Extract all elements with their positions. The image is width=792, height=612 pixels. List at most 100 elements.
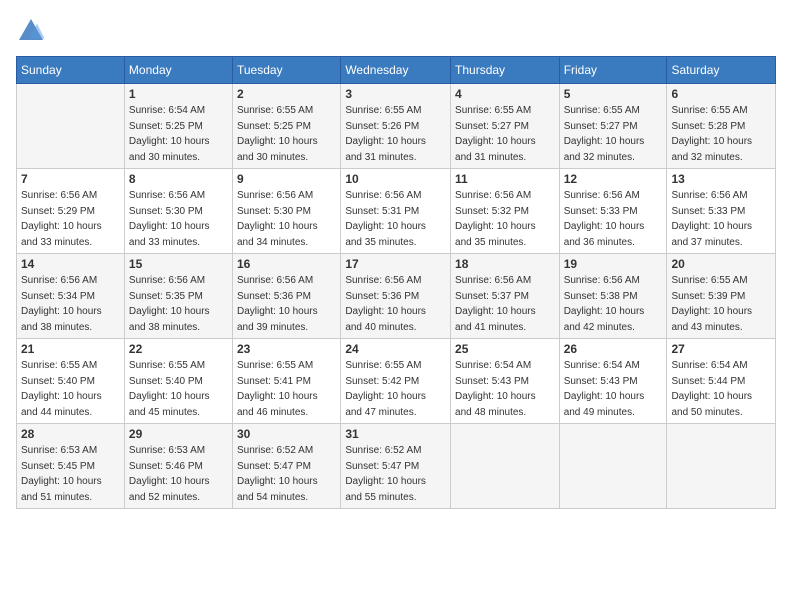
daylight-hours: Daylight: 10 hours <box>129 391 210 402</box>
day-detail: Sunrise: 6:56 AM Sunset: 5:37 PM Dayligh… <box>455 273 555 335</box>
day-number: 8 <box>129 172 228 186</box>
day-number: 9 <box>237 172 336 186</box>
weekday-header: Saturday <box>667 57 776 84</box>
calendar-cell: 14 Sunrise: 6:56 AM Sunset: 5:34 PM Dayl… <box>17 254 125 339</box>
calendar-week-row: 28 Sunrise: 6:53 AM Sunset: 5:45 PM Dayl… <box>17 424 776 509</box>
daylight-hours: Daylight: 10 hours <box>129 221 210 232</box>
daylight-hours: Daylight: 10 hours <box>21 391 102 402</box>
day-detail: Sunrise: 6:56 AM Sunset: 5:38 PM Dayligh… <box>564 273 663 335</box>
calendar-table: SundayMondayTuesdayWednesdayThursdayFrid… <box>16 56 776 509</box>
sunset-text: Sunset: 5:44 PM <box>671 376 745 387</box>
daylight-minutes: and 45 minutes. <box>129 407 200 418</box>
sunrise-text: Sunrise: 6:56 AM <box>129 190 205 201</box>
calendar-cell: 1 Sunrise: 6:54 AM Sunset: 5:25 PM Dayli… <box>124 84 232 169</box>
day-detail: Sunrise: 6:55 AM Sunset: 5:40 PM Dayligh… <box>21 358 120 420</box>
sunrise-text: Sunrise: 6:56 AM <box>21 190 97 201</box>
sunrise-text: Sunrise: 6:55 AM <box>345 105 421 116</box>
calendar-cell: 20 Sunrise: 6:55 AM Sunset: 5:39 PM Dayl… <box>667 254 776 339</box>
day-number: 1 <box>129 87 228 101</box>
sunrise-text: Sunrise: 6:55 AM <box>21 360 97 371</box>
calendar-week-row: 1 Sunrise: 6:54 AM Sunset: 5:25 PM Dayli… <box>17 84 776 169</box>
calendar-cell: 26 Sunrise: 6:54 AM Sunset: 5:43 PM Dayl… <box>559 339 667 424</box>
day-number: 6 <box>671 87 771 101</box>
daylight-hours: Daylight: 10 hours <box>345 136 426 147</box>
day-number: 12 <box>564 172 663 186</box>
day-detail: Sunrise: 6:55 AM Sunset: 5:39 PM Dayligh… <box>671 273 771 335</box>
daylight-minutes: and 30 minutes. <box>129 152 200 163</box>
day-detail: Sunrise: 6:54 AM Sunset: 5:43 PM Dayligh… <box>564 358 663 420</box>
daylight-minutes: and 32 minutes. <box>564 152 635 163</box>
day-detail: Sunrise: 6:54 AM Sunset: 5:43 PM Dayligh… <box>455 358 555 420</box>
daylight-minutes: and 34 minutes. <box>237 237 308 248</box>
day-number: 26 <box>564 342 663 356</box>
day-detail: Sunrise: 6:52 AM Sunset: 5:47 PM Dayligh… <box>237 443 336 505</box>
day-number: 28 <box>21 427 120 441</box>
weekday-row: SundayMondayTuesdayWednesdayThursdayFrid… <box>17 57 776 84</box>
day-number: 15 <box>129 257 228 271</box>
sunset-text: Sunset: 5:36 PM <box>345 291 419 302</box>
day-detail: Sunrise: 6:56 AM Sunset: 5:32 PM Dayligh… <box>455 188 555 250</box>
day-detail: Sunrise: 6:56 AM Sunset: 5:30 PM Dayligh… <box>237 188 336 250</box>
day-number: 14 <box>21 257 120 271</box>
calendar-cell: 8 Sunrise: 6:56 AM Sunset: 5:30 PM Dayli… <box>124 169 232 254</box>
day-number: 19 <box>564 257 663 271</box>
daylight-minutes: and 40 minutes. <box>345 322 416 333</box>
day-number: 3 <box>345 87 446 101</box>
daylight-minutes: and 31 minutes. <box>455 152 526 163</box>
sunset-text: Sunset: 5:39 PM <box>671 291 745 302</box>
day-number: 21 <box>21 342 120 356</box>
sunrise-text: Sunrise: 6:55 AM <box>129 360 205 371</box>
daylight-hours: Daylight: 10 hours <box>345 221 426 232</box>
sunset-text: Sunset: 5:34 PM <box>21 291 95 302</box>
sunrise-text: Sunrise: 6:52 AM <box>237 445 313 456</box>
sunset-text: Sunset: 5:33 PM <box>671 206 745 217</box>
day-number: 30 <box>237 427 336 441</box>
daylight-hours: Daylight: 10 hours <box>455 306 536 317</box>
day-detail: Sunrise: 6:56 AM Sunset: 5:33 PM Dayligh… <box>564 188 663 250</box>
weekday-header: Sunday <box>17 57 125 84</box>
daylight-hours: Daylight: 10 hours <box>21 221 102 232</box>
calendar-week-row: 7 Sunrise: 6:56 AM Sunset: 5:29 PM Dayli… <box>17 169 776 254</box>
calendar-cell: 17 Sunrise: 6:56 AM Sunset: 5:36 PM Dayl… <box>341 254 451 339</box>
sunrise-text: Sunrise: 6:53 AM <box>129 445 205 456</box>
daylight-minutes: and 35 minutes. <box>455 237 526 248</box>
daylight-minutes: and 48 minutes. <box>455 407 526 418</box>
sunrise-text: Sunrise: 6:54 AM <box>671 360 747 371</box>
sunrise-text: Sunrise: 6:56 AM <box>237 190 313 201</box>
calendar-cell: 25 Sunrise: 6:54 AM Sunset: 5:43 PM Dayl… <box>451 339 560 424</box>
sunrise-text: Sunrise: 6:56 AM <box>564 190 640 201</box>
sunset-text: Sunset: 5:33 PM <box>564 206 638 217</box>
calendar-cell: 10 Sunrise: 6:56 AM Sunset: 5:31 PM Dayl… <box>341 169 451 254</box>
sunrise-text: Sunrise: 6:56 AM <box>21 275 97 286</box>
sunset-text: Sunset: 5:28 PM <box>671 121 745 132</box>
sunrise-text: Sunrise: 6:54 AM <box>564 360 640 371</box>
daylight-minutes: and 39 minutes. <box>237 322 308 333</box>
sunrise-text: Sunrise: 6:56 AM <box>345 190 421 201</box>
day-detail: Sunrise: 6:56 AM Sunset: 5:36 PM Dayligh… <box>237 273 336 335</box>
day-number: 5 <box>564 87 663 101</box>
sunset-text: Sunset: 5:25 PM <box>237 121 311 132</box>
calendar-cell: 31 Sunrise: 6:52 AM Sunset: 5:47 PM Dayl… <box>341 424 451 509</box>
day-detail: Sunrise: 6:55 AM Sunset: 5:42 PM Dayligh… <box>345 358 446 420</box>
sunrise-text: Sunrise: 6:56 AM <box>129 275 205 286</box>
daylight-minutes: and 38 minutes. <box>21 322 92 333</box>
calendar-cell: 22 Sunrise: 6:55 AM Sunset: 5:40 PM Dayl… <box>124 339 232 424</box>
calendar-cell: 4 Sunrise: 6:55 AM Sunset: 5:27 PM Dayli… <box>451 84 560 169</box>
calendar-cell: 9 Sunrise: 6:56 AM Sunset: 5:30 PM Dayli… <box>233 169 341 254</box>
day-detail: Sunrise: 6:52 AM Sunset: 5:47 PM Dayligh… <box>345 443 446 505</box>
sunset-text: Sunset: 5:25 PM <box>129 121 203 132</box>
day-number: 11 <box>455 172 555 186</box>
day-detail: Sunrise: 6:55 AM Sunset: 5:41 PM Dayligh… <box>237 358 336 420</box>
calendar-cell: 19 Sunrise: 6:56 AM Sunset: 5:38 PM Dayl… <box>559 254 667 339</box>
calendar-cell: 15 Sunrise: 6:56 AM Sunset: 5:35 PM Dayl… <box>124 254 232 339</box>
day-detail: Sunrise: 6:53 AM Sunset: 5:45 PM Dayligh… <box>21 443 120 505</box>
sunrise-text: Sunrise: 6:56 AM <box>564 275 640 286</box>
daylight-hours: Daylight: 10 hours <box>564 221 645 232</box>
daylight-hours: Daylight: 10 hours <box>237 476 318 487</box>
logo-icon <box>16 16 46 46</box>
daylight-minutes: and 37 minutes. <box>671 237 742 248</box>
daylight-hours: Daylight: 10 hours <box>455 136 536 147</box>
daylight-hours: Daylight: 10 hours <box>21 476 102 487</box>
day-detail: Sunrise: 6:56 AM Sunset: 5:36 PM Dayligh… <box>345 273 446 335</box>
calendar-header: SundayMondayTuesdayWednesdayThursdayFrid… <box>17 57 776 84</box>
